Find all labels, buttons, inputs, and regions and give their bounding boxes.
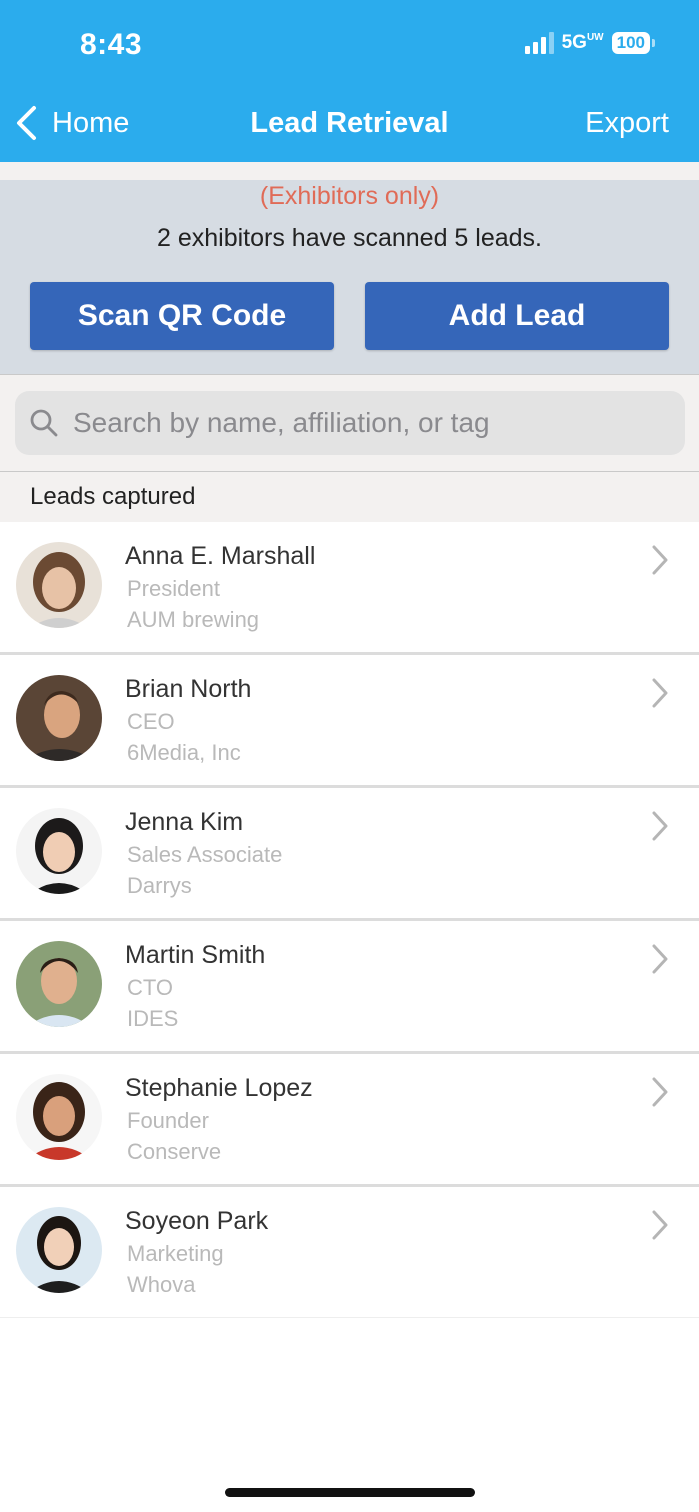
- scan-qr-code-button[interactable]: Scan QR Code: [30, 282, 334, 350]
- lead-company: Conserve: [127, 1139, 222, 1164]
- lead-name: Stephanie Lopez: [125, 1074, 313, 1102]
- scan-summary: 2 exhibitors have scanned 5 leads.: [157, 224, 542, 252]
- search-box[interactable]: [15, 391, 685, 455]
- section-header: Leads captured: [0, 472, 699, 522]
- chevron-right-icon: [652, 1077, 668, 1107]
- lead-name: Jenna Kim: [125, 808, 244, 836]
- avatar: [16, 542, 102, 628]
- signal-icon: [524, 32, 554, 54]
- lead-company: 6Media, Inc: [127, 740, 241, 765]
- battery-level: 100: [611, 32, 650, 54]
- network-label: 5GUW: [561, 32, 604, 53]
- avatar: [16, 1207, 102, 1293]
- lead-title: President: [127, 576, 220, 601]
- avatar: [16, 1074, 102, 1160]
- status-icons: 5GUW 100: [524, 32, 655, 54]
- lead-item[interactable]: Anna E. Marshall President AUM brewing: [0, 522, 699, 655]
- lead-list: Anna E. Marshall President AUM brewing B…: [0, 522, 699, 1318]
- chevron-right-icon: [652, 678, 668, 708]
- export-button[interactable]: Export: [585, 107, 669, 140]
- lead-title: Sales Associate: [127, 842, 283, 867]
- avatar: [16, 941, 102, 1027]
- search-section: [0, 374, 699, 472]
- top-bar: 8:43 5GUW 100 Home Lead Retrieval Export: [0, 0, 699, 162]
- lead-name: Anna E. Marshall: [125, 542, 316, 570]
- lead-item[interactable]: Soyeon Park Marketing Whova: [0, 1187, 699, 1318]
- lead-title: Founder: [127, 1108, 209, 1133]
- exhibitor-panel: (Exhibitors only) 2 exhibitors have scan…: [0, 162, 699, 374]
- chevron-right-icon: [652, 1210, 668, 1240]
- lead-name: Brian North: [125, 675, 252, 703]
- lead-title: CEO: [127, 709, 175, 734]
- lead-company: AUM brewing: [127, 607, 260, 632]
- lead-item[interactable]: Brian North CEO 6Media, Inc: [0, 655, 699, 788]
- lead-name: Martin Smith: [125, 941, 266, 969]
- lead-company: Whova: [127, 1272, 196, 1297]
- search-icon: [30, 409, 58, 437]
- battery-icon: 100: [611, 32, 655, 54]
- chevron-right-icon: [652, 944, 668, 974]
- lead-company: Darrys: [127, 873, 192, 898]
- chevron-right-icon: [652, 545, 668, 575]
- lead-title: CTO: [127, 975, 174, 1000]
- section-title: Leads captured: [30, 483, 196, 510]
- lead-item[interactable]: Stephanie Lopez Founder Conserve: [0, 1054, 699, 1187]
- avatar: [16, 675, 102, 761]
- status-time: 8:43: [80, 28, 143, 61]
- search-input[interactable]: [71, 406, 655, 440]
- add-lead-button[interactable]: Add Lead: [365, 282, 669, 350]
- exhibitor-note: (Exhibitors only): [259, 182, 440, 210]
- lead-name: Soyeon Park: [125, 1207, 269, 1235]
- lead-title: Marketing: [127, 1241, 224, 1266]
- home-indicator: [225, 1488, 475, 1497]
- lead-item[interactable]: Martin Smith CTO IDES: [0, 921, 699, 1054]
- lead-item[interactable]: Jenna Kim Sales Associate Darrys: [0, 788, 699, 921]
- chevron-right-icon: [652, 811, 668, 841]
- avatar: [16, 808, 102, 894]
- lead-company: IDES: [127, 1006, 179, 1031]
